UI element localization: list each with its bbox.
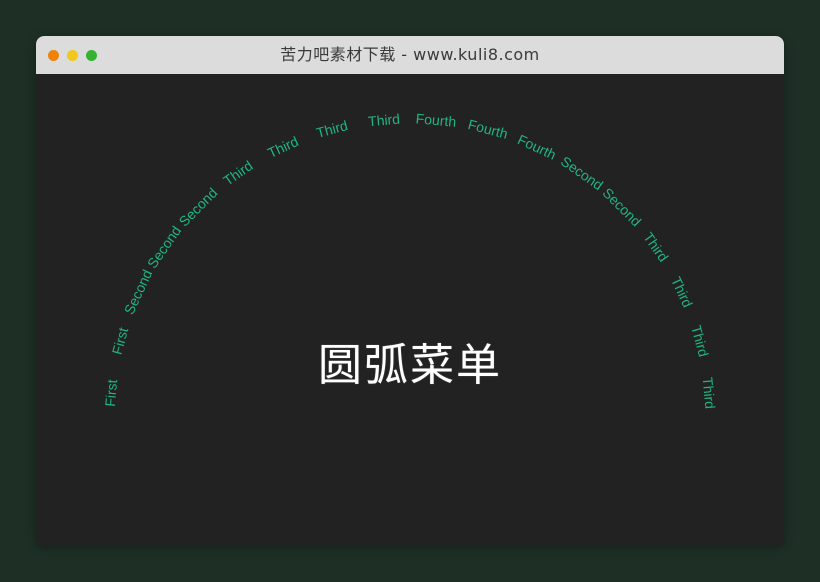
- arc-menu-item[interactable]: Second: [121, 267, 156, 317]
- window-title: 苦力吧素材下载 - www.kuli8.com: [280, 45, 540, 64]
- content-stage: First First Second Second Second Third Third Th…: [36, 74, 784, 546]
- arc-menu-item[interactable]: Third: [315, 117, 350, 141]
- arc-menu-item[interactable]: Third: [265, 133, 301, 161]
- arc-menu-item[interactable]: Fourth: [515, 131, 558, 163]
- arc-menu-item[interactable]: Second: [175, 184, 220, 229]
- arc-menu-item[interactable]: Third: [220, 158, 255, 189]
- arc-menu-item[interactable]: Third: [367, 111, 400, 130]
- arc-menu-item[interactable]: Second: [600, 184, 645, 229]
- arc-menu-item[interactable]: Third: [668, 274, 696, 310]
- arc-menu-item[interactable]: Second: [144, 223, 184, 271]
- browser-window: 苦力吧素材下载 - www.kuli8.com First First Second…: [36, 36, 784, 546]
- arc-menu-item[interactable]: Fourth: [466, 116, 509, 142]
- arc-menu-item[interactable]: Fourth: [415, 110, 457, 129]
- title-bar: 苦力吧素材下载 - www.kuli8.com: [36, 36, 784, 74]
- arc-menu-item[interactable]: Second: [558, 153, 606, 193]
- page-title: 圆弧菜单: [318, 340, 502, 391]
- arc-menu-item[interactable]: Third: [640, 229, 671, 264]
- arc-menu: First First Second Second Second Third Third Th…: [36, 74, 784, 546]
